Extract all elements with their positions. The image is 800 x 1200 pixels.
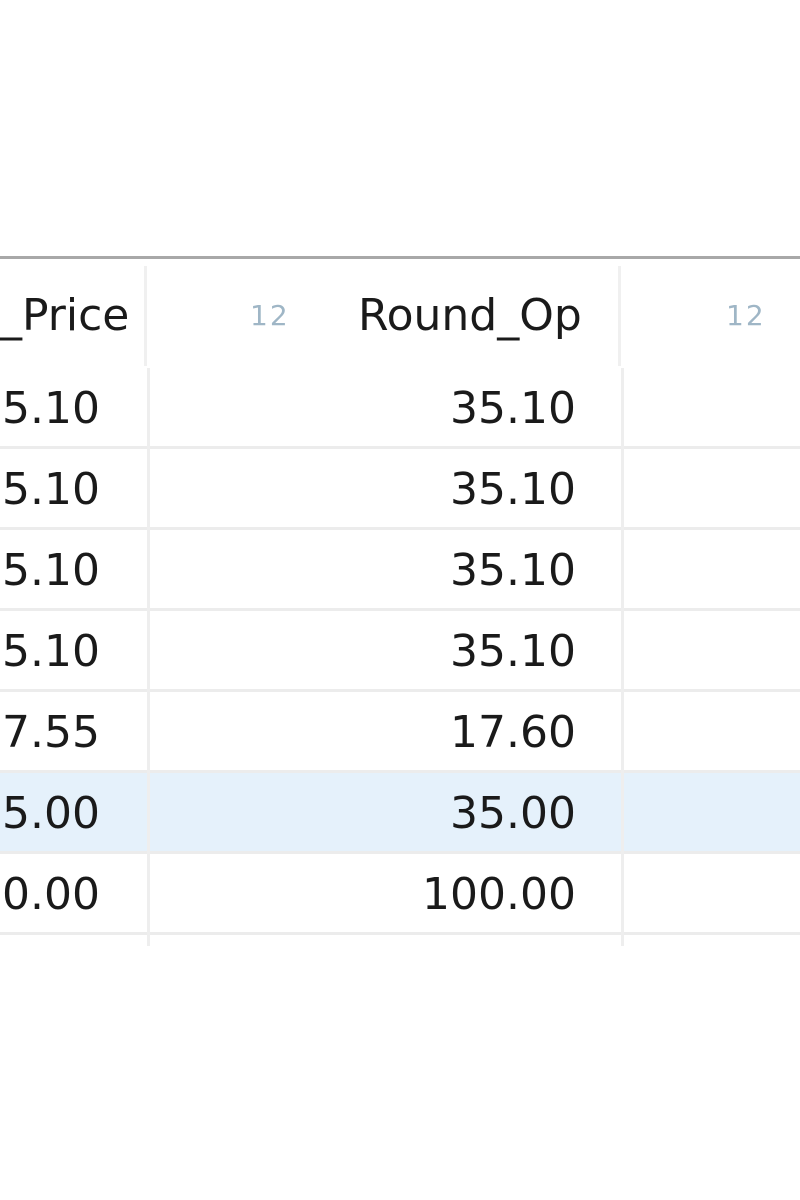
cell-round-op[interactable]: 100.00	[380, 854, 576, 935]
cell-price[interactable]: 35.10	[0, 530, 100, 611]
results-grid[interactable]: _Price 12 Round_Op 12 35.1035.1035.1035.…	[0, 256, 800, 946]
column-header-price[interactable]: _Price	[0, 288, 129, 344]
table-row[interactable]: 17.55 17.60	[0, 692, 800, 773]
row-divider	[0, 932, 800, 935]
table-row[interactable]: 35.10 35.10	[0, 530, 800, 611]
numeric-type-icon: 12	[726, 299, 766, 332]
column-divider	[147, 368, 150, 946]
cell-round-op[interactable]: 17.60	[380, 692, 576, 773]
table-row[interactable]: 35.00 35.00	[0, 773, 800, 854]
cell-price[interactable]: 35.10	[0, 368, 100, 449]
cell-round-op[interactable]: 35.10	[380, 530, 576, 611]
cell-price[interactable]: 17.55	[0, 692, 100, 773]
table-row[interactable]: 35.10 35.10	[0, 368, 800, 449]
column-header-round-op[interactable]: Round_Op	[358, 288, 582, 344]
cell-round-op[interactable]: 35.10	[380, 449, 576, 530]
cell-round-op[interactable]: 35.10	[380, 611, 576, 692]
cell-price[interactable]: 35.10	[0, 449, 100, 530]
cell-round-op[interactable]: 35.00	[380, 773, 576, 854]
viewport: _Price 12 Round_Op 12 35.1035.1035.1035.…	[0, 0, 800, 1200]
cell-price[interactable]: 35.10	[0, 611, 100, 692]
cell-price[interactable]: 35.00	[0, 773, 100, 854]
numeric-type-icon: 12	[250, 299, 290, 332]
cell-price[interactable]: 100.00	[0, 854, 100, 935]
table-row[interactable]: 35.10 35.10	[0, 449, 800, 530]
cell-round-op[interactable]: 35.10	[380, 368, 576, 449]
column-divider	[621, 368, 624, 946]
grid-top-border	[0, 256, 800, 259]
column-resize-handle[interactable]	[144, 266, 147, 366]
table-row[interactable]: 100.00 100.00	[0, 854, 800, 935]
table-row[interactable]: 35.10 35.10	[0, 611, 800, 692]
column-resize-handle[interactable]	[618, 266, 621, 366]
